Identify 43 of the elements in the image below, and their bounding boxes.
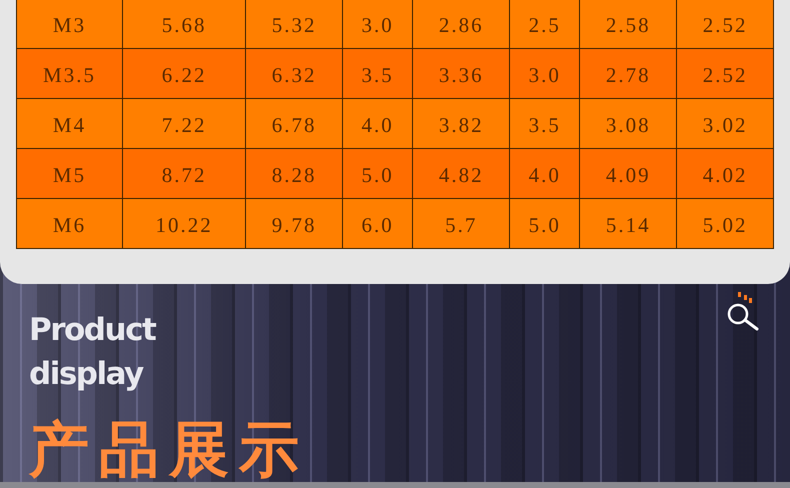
table-cell: 6.22 xyxy=(122,48,246,98)
table-cell: 2.58 xyxy=(580,0,677,48)
table-cell: 2.5 xyxy=(510,0,580,48)
table-cell: 3.08 xyxy=(580,98,677,148)
section-title: 产品展示 xyxy=(29,418,309,482)
table-cell: 3.0 xyxy=(342,0,413,48)
table-cell: M6 xyxy=(16,198,122,248)
section-subtitle: Product xyxy=(29,311,157,350)
table-cell: 4.09 xyxy=(580,148,677,198)
table-cell: 8.72 xyxy=(122,148,246,198)
table-cell: 2.52 xyxy=(676,0,774,48)
table-cell: 3.5 xyxy=(510,98,580,148)
table-cell: 5.0 xyxy=(342,148,413,198)
table-cell: 6.32 xyxy=(246,48,342,98)
table-cell: 3.0 xyxy=(510,48,580,98)
table-cell: 4.0 xyxy=(510,148,580,198)
table-cell: 8.28 xyxy=(246,148,342,198)
table-cell: 5.32 xyxy=(246,0,342,48)
table-cell: 5.68 xyxy=(122,0,246,48)
table-cell: 4.0 xyxy=(342,98,413,148)
table-cell: 2.52 xyxy=(676,48,774,98)
section-subtitle: display xyxy=(29,355,144,394)
table-cell: 3.36 xyxy=(412,48,510,98)
table-cell: M3 xyxy=(16,0,122,48)
table-cell: 5.02 xyxy=(676,198,774,248)
table-cell: 4.82 xyxy=(412,148,510,198)
table-cell: 4.02 xyxy=(676,148,774,198)
table-cell: 3.02 xyxy=(676,98,774,148)
table-cell: 6.0 xyxy=(342,198,413,248)
table-cell: 2.86 xyxy=(412,0,510,48)
table-cell: 5.14 xyxy=(580,198,677,248)
table-cell: 6.78 xyxy=(246,98,342,148)
table-cell: 9.78 xyxy=(246,198,342,248)
table-cell: M4 xyxy=(16,98,122,148)
table-cell: 3.82 xyxy=(412,98,510,148)
table-cell: M5 xyxy=(16,148,122,198)
table-cell: 3.5 xyxy=(342,48,413,98)
table-cell: 5.0 xyxy=(510,198,580,248)
table-cell: 10.22 xyxy=(122,198,246,248)
table-cell: 5.7 xyxy=(412,198,510,248)
table-cell: M3.5 xyxy=(16,48,122,98)
table-cell: 2.78 xyxy=(580,48,677,98)
table-cell: 7.22 xyxy=(122,98,246,148)
